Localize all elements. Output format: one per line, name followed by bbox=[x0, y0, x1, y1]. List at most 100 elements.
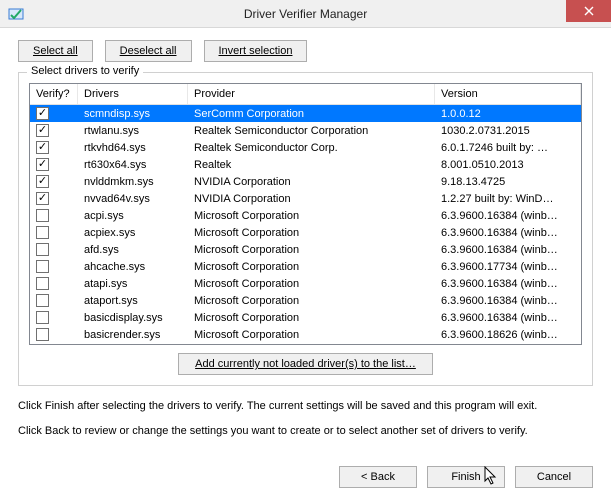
table-row[interactable]: ahcache.sysMicrosoft Corporation6.3.9600… bbox=[30, 258, 581, 275]
select-all-button[interactable]: Select all bbox=[18, 40, 93, 62]
version-cell: 8.001.0510.2013 bbox=[435, 159, 581, 171]
verify-checkbox[interactable]: ✓ bbox=[36, 141, 49, 154]
back-button[interactable]: < Back bbox=[339, 466, 417, 488]
provider-cell: Realtek Semiconductor Corp. bbox=[188, 142, 435, 154]
provider-cell: Microsoft Corporation bbox=[188, 227, 435, 239]
verify-cell[interactable]: ✓ bbox=[30, 158, 78, 171]
verify-cell[interactable] bbox=[30, 328, 78, 341]
verify-checkbox[interactable] bbox=[36, 260, 49, 273]
driver-cell: rt630x64.sys bbox=[78, 159, 188, 171]
deselect-all-button[interactable]: Deselect all bbox=[105, 40, 192, 62]
verify-cell[interactable] bbox=[30, 260, 78, 273]
driver-cell: scmndisp.sys bbox=[78, 108, 188, 120]
verify-cell[interactable] bbox=[30, 209, 78, 222]
verify-cell[interactable] bbox=[30, 311, 78, 324]
verify-cell[interactable] bbox=[30, 277, 78, 290]
table-row[interactable]: atapi.sysMicrosoft Corporation6.3.9600.1… bbox=[30, 275, 581, 292]
table-row[interactable]: beep.sysMicrosoft Corporation6.3.9600.16… bbox=[30, 343, 581, 344]
version-cell: 1030.2.0731.2015 bbox=[435, 125, 581, 137]
driver-cell: atapi.sys bbox=[78, 278, 188, 290]
hint-line-2: Click Back to review or change the setti… bbox=[18, 423, 593, 440]
verify-cell[interactable]: ✓ bbox=[30, 175, 78, 188]
wizard-footer: < Back Finish Cancel bbox=[339, 466, 593, 488]
listview-header[interactable]: Verify? Drivers Provider Version bbox=[30, 84, 581, 105]
table-row[interactable]: acpiex.sysMicrosoft Corporation6.3.9600.… bbox=[30, 224, 581, 241]
table-row[interactable]: ✓rtkvhd64.sysRealtek Semiconductor Corp.… bbox=[30, 139, 581, 156]
driver-cell: basicdisplay.sys bbox=[78, 312, 188, 324]
titlebar[interactable]: Driver Verifier Manager bbox=[0, 0, 611, 28]
driver-cell: basicrender.sys bbox=[78, 329, 188, 341]
version-cell: 9.18.13.4725 bbox=[435, 176, 581, 188]
driver-cell: afd.sys bbox=[78, 244, 188, 256]
driver-cell: acpi.sys bbox=[78, 210, 188, 222]
table-row[interactable]: ✓ nvvad64v.sysNVIDIA Corporation1.2.27 bu… bbox=[30, 190, 581, 207]
column-provider[interactable]: Provider bbox=[188, 84, 435, 104]
verify-cell[interactable] bbox=[30, 226, 78, 239]
verify-checkbox[interactable]: ✓ bbox=[36, 124, 49, 137]
version-cell: 6.3.9600.16384 (winb… bbox=[435, 295, 581, 307]
version-cell: 6.0.1.7246 built by: … bbox=[435, 142, 581, 154]
provider-cell: Microsoft Corporation bbox=[188, 312, 435, 324]
driver-cell: acpiex.sys bbox=[78, 227, 188, 239]
toolbar: Select all Deselect all Invert selection bbox=[18, 40, 593, 62]
version-cell: 6.3.9600.17734 (winb… bbox=[435, 261, 581, 273]
verify-checkbox[interactable] bbox=[36, 243, 49, 256]
listview-rows[interactable]: ✓scmndisp.sysSerComm Corporation1.0.0.12… bbox=[30, 105, 581, 344]
groupbox-label: Select drivers to verify bbox=[27, 65, 143, 77]
verify-checkbox[interactable]: ✓ bbox=[36, 107, 49, 120]
verify-checkbox[interactable] bbox=[36, 277, 49, 290]
provider-cell: NVIDIA Corporation bbox=[188, 193, 435, 205]
table-row[interactable]: ✓scmndisp.sysSerComm Corporation1.0.0.12 bbox=[30, 105, 581, 122]
verify-checkbox[interactable] bbox=[36, 328, 49, 341]
version-cell: 1.2.27 built by: WinD… bbox=[435, 193, 581, 205]
driver-cell: nvvad64v.sys bbox=[78, 193, 188, 205]
table-row[interactable]: acpi.sysMicrosoft Corporation6.3.9600.16… bbox=[30, 207, 581, 224]
invert-selection-button[interactable]: Invert selection bbox=[204, 40, 308, 62]
table-row[interactable]: basicdisplay.sysMicrosoft Corporation6.3… bbox=[30, 309, 581, 326]
table-row[interactable]: ✓nvlddmkm.sysNVIDIA Corporation9.18.13.4… bbox=[30, 173, 581, 190]
driver-cell: ataport.sys bbox=[78, 295, 188, 307]
provider-cell: Microsoft Corporation bbox=[188, 329, 435, 341]
table-row[interactable]: ✓ rt630x64.sysRealtek8.001.0510.2013 bbox=[30, 156, 581, 173]
verify-cell[interactable] bbox=[30, 243, 78, 256]
provider-cell: NVIDIA Corporation bbox=[188, 176, 435, 188]
table-row[interactable]: afd.sysMicrosoft Corporation6.3.9600.163… bbox=[30, 241, 581, 258]
version-cell: 6.3.9600.16384 (winb… bbox=[435, 244, 581, 256]
version-cell: 6.3.9600.18626 (winb… bbox=[435, 329, 581, 341]
verify-checkbox[interactable] bbox=[36, 226, 49, 239]
verify-checkbox[interactable] bbox=[36, 311, 49, 324]
column-verify[interactable]: Verify? bbox=[30, 84, 78, 104]
verify-checkbox[interactable]: ✓ bbox=[36, 192, 49, 205]
provider-cell: Microsoft Corporation bbox=[188, 210, 435, 222]
hint-line-1: Click Finish after selecting the drivers… bbox=[18, 398, 593, 415]
column-version[interactable]: Version bbox=[435, 84, 581, 104]
window-title: Driver Verifier Manager bbox=[0, 7, 611, 21]
verify-cell[interactable]: ✓ bbox=[30, 141, 78, 154]
verify-checkbox[interactable]: ✓ bbox=[36, 158, 49, 171]
provider-cell: Realtek bbox=[188, 159, 435, 171]
verify-cell[interactable]: ✓ bbox=[30, 107, 78, 120]
verify-cell[interactable] bbox=[30, 294, 78, 307]
verify-checkbox[interactable] bbox=[36, 294, 49, 307]
verify-checkbox[interactable]: ✓ bbox=[36, 175, 49, 188]
drivers-groupbox: Select drivers to verify Verify? Drivers… bbox=[18, 72, 593, 386]
drivers-listview[interactable]: Verify? Drivers Provider Version ✓ scmndi… bbox=[29, 83, 582, 345]
table-row[interactable]: ✓rtwlanu.sysRealtek Semiconductor Corpor… bbox=[30, 122, 581, 139]
column-drivers[interactable]: Drivers bbox=[78, 84, 188, 104]
verify-checkbox[interactable] bbox=[36, 209, 49, 222]
add-drivers-button[interactable]: Add currently not loaded driver(s) to th… bbox=[178, 353, 433, 375]
close-button[interactable] bbox=[566, 0, 611, 22]
version-cell: 6.3.9600.16384 (winb… bbox=[435, 210, 581, 222]
version-cell: 6.3.9600.16384 (winb… bbox=[435, 278, 581, 290]
cancel-button[interactable]: Cancel bbox=[515, 466, 593, 488]
table-row[interactable]: basicrender.sysMicrosoft Corporation6.3.… bbox=[30, 326, 581, 343]
finish-button[interactable]: Finish bbox=[427, 466, 505, 488]
verify-cell[interactable]: ✓ bbox=[30, 192, 78, 205]
provider-cell: Microsoft Corporation bbox=[188, 244, 435, 256]
verify-cell[interactable]: ✓ bbox=[30, 124, 78, 137]
provider-cell: Microsoft Corporation bbox=[188, 261, 435, 273]
version-cell: 1.0.0.12 bbox=[435, 108, 581, 120]
driver-cell: rtwlanu.sys bbox=[78, 125, 188, 137]
version-cell: 6.3.9600.16384 (winb… bbox=[435, 312, 581, 324]
table-row[interactable]: ataport.sysMicrosoft Corporation6.3.9600… bbox=[30, 292, 581, 309]
